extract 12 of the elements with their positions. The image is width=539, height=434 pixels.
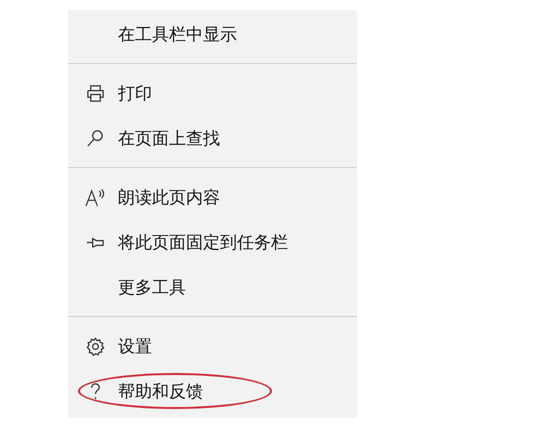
menu-item[interactable]: 更多工具 — [118, 276, 186, 299]
menu-item[interactable]: 在工具栏中显示 — [118, 23, 237, 46]
read-aloud-icon — [84, 188, 106, 207]
menu-item[interactable]: 将此页面固定到任务栏 — [118, 231, 288, 254]
printer-icon — [86, 84, 104, 103]
menu-item[interactable]: 在页面上查找 — [118, 127, 220, 150]
menu-item[interactable]: 打印 — [118, 82, 152, 105]
settings-icon — [86, 337, 104, 356]
menu-item[interactable]: 设置 — [118, 335, 152, 358]
search-icon — [86, 129, 104, 148]
menu-item[interactable]: 朗读此页内容 — [118, 186, 220, 209]
menu-item[interactable]: 帮助和反馈 — [118, 380, 203, 403]
